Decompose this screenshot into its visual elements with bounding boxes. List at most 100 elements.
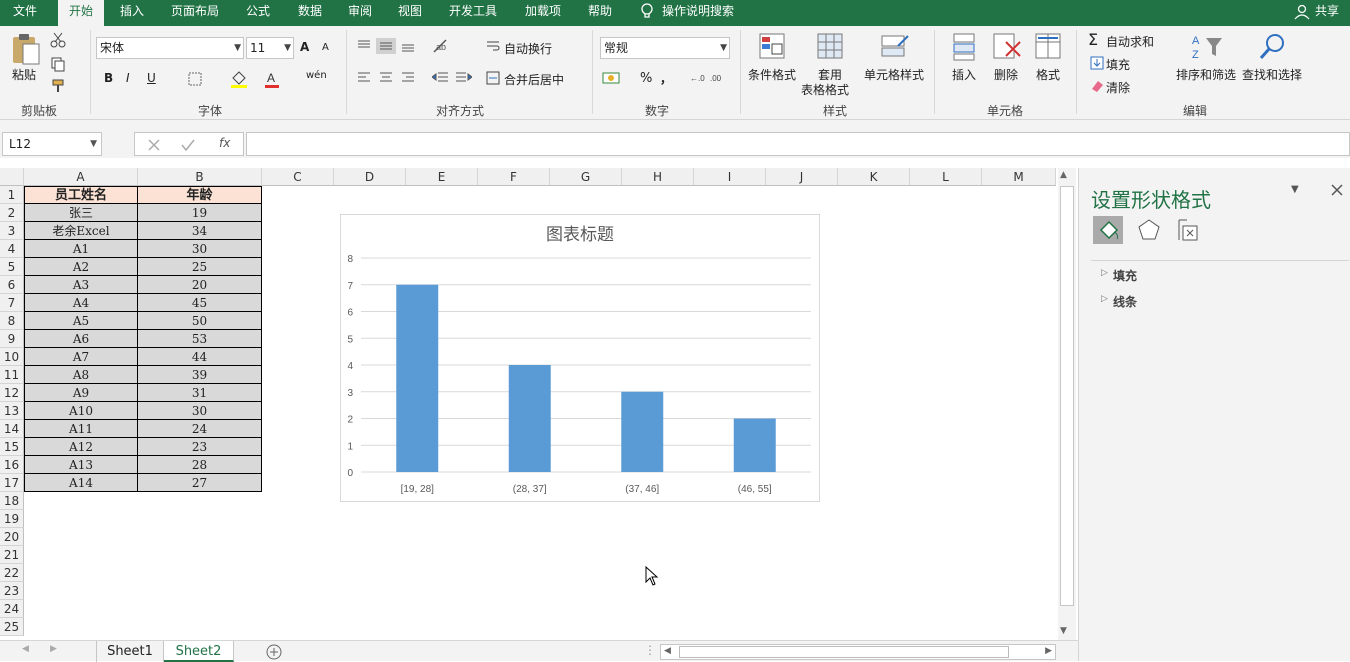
horizontal-scrollbar[interactable]: ◀ ▶ [660,644,1056,660]
table-cell[interactable]: A12 [24,438,138,456]
fill-section[interactable]: 填充 [1113,267,1137,284]
row-header[interactable]: 18 [0,492,24,510]
autosum-button[interactable]: 自动求和 [1106,33,1154,50]
format-cells-icon[interactable] [1034,32,1062,62]
font-size-select[interactable]: 11 ▼ [246,37,294,59]
table-cell[interactable]: A6 [24,330,138,348]
row-header[interactable]: 17 [0,474,24,492]
bar[interactable] [733,418,776,473]
select-all-corner[interactable] [0,168,24,186]
table-cell[interactable]: A8 [24,366,138,384]
column-header[interactable]: L [910,168,982,186]
h-scroll-thumb[interactable] [679,646,1009,658]
merge-center-icon[interactable] [486,71,500,85]
merge-center-button[interactable]: 合并后居中 [504,71,564,88]
delete-cells-button[interactable]: 删除 [994,66,1018,83]
table-cell[interactable]: A3 [24,276,138,294]
copy-icon[interactable] [50,56,66,72]
size-properties-tab-icon[interactable] [1177,218,1201,242]
tab-view[interactable]: 视图 [390,0,430,26]
next-sheet-icon[interactable]: ▶ [50,644,57,654]
fill-line-tab-icon[interactable] [1093,216,1123,244]
paste-label[interactable]: 粘贴 [12,66,36,83]
row-header[interactable]: 11 [0,366,24,384]
scroll-right-icon[interactable]: ▶ [1045,646,1052,656]
line-section[interactable]: 线条 [1113,293,1137,310]
font-color-icon[interactable]: A [264,70,280,88]
row-header[interactable]: 19 [0,510,24,528]
underline-button[interactable]: U [147,71,156,85]
cell-styles-icon[interactable] [880,32,910,62]
tab-home[interactable]: 开始 [58,0,104,26]
row-header[interactable]: 5 [0,258,24,276]
tab-insert[interactable]: 插入 [110,0,154,26]
fill-color-icon[interactable] [230,70,248,88]
tab-developer[interactable]: 开发工具 [440,0,506,26]
cancel-icon[interactable] [147,138,161,152]
row-header[interactable]: 13 [0,402,24,420]
table-cell[interactable]: A5 [24,312,138,330]
bar[interactable] [621,391,664,472]
format-as-table-line2[interactable]: 表格格式 [801,81,849,98]
conditional-format-icon[interactable] [758,32,788,62]
table-cell[interactable]: 34 [138,222,262,240]
row-header[interactable]: 10 [0,348,24,366]
chart-title[interactable]: 图表标题 [546,225,614,244]
table-header-cell[interactable]: 员工姓名 [24,186,138,204]
scroll-down-icon[interactable]: ▼ [1060,626,1067,636]
vertical-align-icons[interactable] [356,38,420,54]
tab-file[interactable]: 文件 [0,0,50,26]
sheet-tab[interactable]: Sheet1 [96,641,164,662]
column-header[interactable]: H [622,168,694,186]
fill-down-icon[interactable] [1090,56,1104,70]
decimal-icons[interactable]: ←.0 .00 [690,70,730,86]
conditional-format-button[interactable]: 条件格式 [748,66,796,83]
expand-line-icon[interactable]: ▷ [1101,294,1108,304]
find-select-icon[interactable] [1258,32,1288,62]
share-button[interactable]: 共享 [1312,0,1342,26]
pane-options-icon[interactable]: ▼ [1291,184,1299,195]
column-header[interactable]: E [406,168,478,186]
row-header[interactable]: 15 [0,438,24,456]
border-icon[interactable] [188,72,202,86]
scroll-thumb[interactable] [1060,186,1074,606]
table-cell[interactable]: 30 [138,402,262,420]
italic-button[interactable]: I [126,71,130,85]
tell-me-search[interactable]: 操作说明搜索 [662,0,746,26]
row-header[interactable]: 25 [0,618,24,636]
horizontal-align-icons[interactable] [356,70,420,86]
row-header[interactable]: 9 [0,330,24,348]
tab-formulas[interactable]: 公式 [236,0,280,26]
comma-button[interactable]: ， [660,70,672,87]
effects-tab-icon[interactable] [1137,218,1161,242]
table-cell[interactable]: 27 [138,474,262,492]
row-header[interactable]: 24 [0,600,24,618]
table-cell[interactable]: 44 [138,348,262,366]
find-select-button[interactable]: 查找和选择 [1242,66,1302,83]
row-header[interactable]: 14 [0,420,24,438]
row-header[interactable]: 2 [0,204,24,222]
grow-font-button[interactable]: A [300,40,309,54]
table-cell[interactable]: 19 [138,204,262,222]
bold-button[interactable]: B [104,71,113,85]
column-header[interactable]: D [334,168,406,186]
table-header-cell[interactable]: 年龄 [138,186,262,204]
row-header[interactable]: 20 [0,528,24,546]
paste-icon[interactable] [10,32,42,66]
enter-icon[interactable] [181,138,195,152]
column-header[interactable]: C [262,168,334,186]
row-header[interactable]: 23 [0,582,24,600]
row-header[interactable]: 1 [0,186,24,204]
row-header[interactable]: 8 [0,312,24,330]
tab-data[interactable]: 数据 [288,0,332,26]
chart[interactable]: 图表标题 0 1 2 3 4 5 6 7 8 [19, 28] (28, 37] (37, 46] (4… [340,214,820,502]
table-cell[interactable]: 张三 [24,204,138,222]
table-cell[interactable]: 20 [138,276,262,294]
row-header[interactable]: 12 [0,384,24,402]
column-header[interactable]: M [982,168,1056,186]
tab-review[interactable]: 审阅 [340,0,380,26]
scroll-up-icon[interactable]: ▲ [1060,170,1067,180]
tab-page-layout[interactable]: 页面布局 [162,0,228,26]
row-header[interactable]: 3 [0,222,24,240]
row-header[interactable]: 4 [0,240,24,258]
